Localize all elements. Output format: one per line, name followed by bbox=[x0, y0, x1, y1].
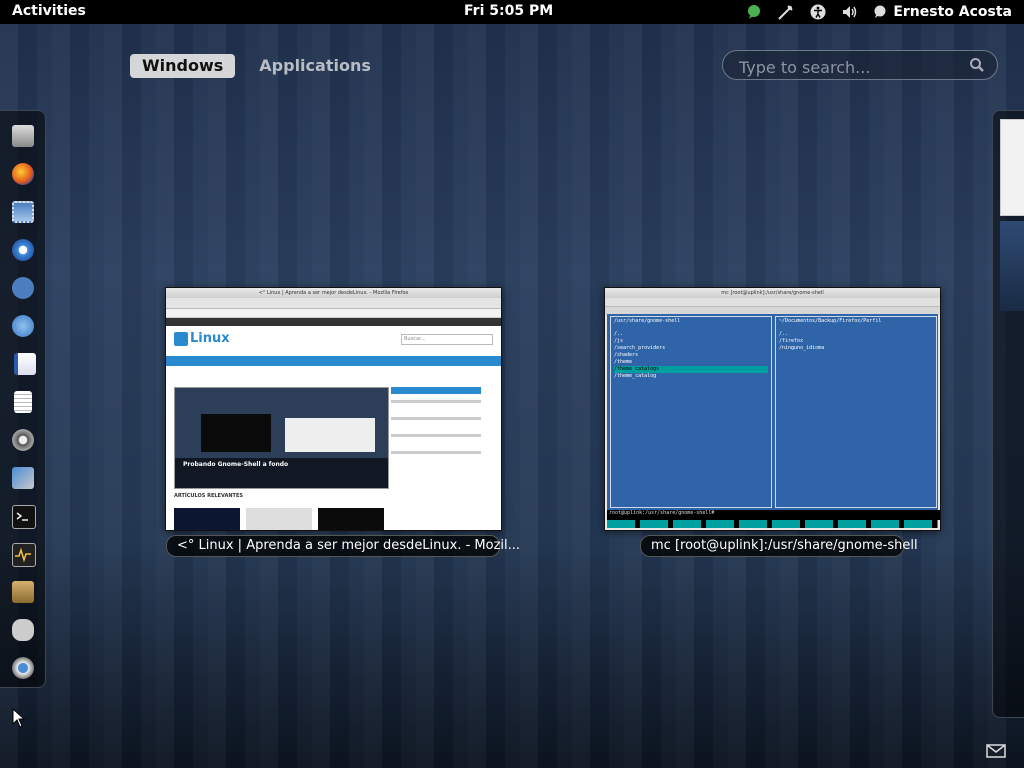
site-logo: Linux bbox=[190, 331, 230, 346]
mc-selected-row: /theme_catalogs bbox=[614, 366, 768, 373]
chromium-icon[interactable] bbox=[12, 239, 34, 261]
related-articles-title: ARTÍCULOS RELEVANTES bbox=[174, 493, 243, 499]
document-icon[interactable] bbox=[14, 353, 36, 375]
mc-right-entries: /.. /firefox /ninguno_idioma bbox=[779, 331, 825, 351]
settings-gear-icon[interactable] bbox=[12, 429, 34, 451]
window-titlebar: <° Linux | Aprenda a ser mejor desdeLinu… bbox=[166, 288, 501, 298]
window-thumbnail-terminal[interactable]: mc [root@uplink]:/usr/share/gnome-shell … bbox=[604, 287, 941, 531]
related-thumb-2 bbox=[246, 508, 312, 530]
search-input[interactable] bbox=[737, 56, 961, 78]
mc-function-keys bbox=[607, 520, 938, 528]
terminal-menubar bbox=[605, 298, 940, 307]
chat-bubble-icon bbox=[874, 5, 886, 18]
messenger-icon[interactable] bbox=[12, 315, 34, 337]
search-box bbox=[722, 50, 998, 80]
pidgin-icon[interactable] bbox=[12, 657, 34, 679]
network-icon[interactable] bbox=[777, 3, 795, 21]
terminal-icon[interactable] bbox=[12, 505, 36, 529]
chat-status-icon[interactable] bbox=[745, 3, 763, 21]
site-sidebar bbox=[391, 387, 496, 527]
system-monitor-icon[interactable] bbox=[12, 543, 36, 567]
site-logo-icon bbox=[174, 332, 188, 346]
user-name: Ernesto Acosta bbox=[893, 4, 1012, 20]
accessibility-icon[interactable] bbox=[809, 3, 827, 21]
mc-left-path: /usr/share/gnome-shell bbox=[614, 318, 681, 324]
clock[interactable]: Fri 5:05 PM bbox=[464, 3, 553, 19]
workspace-preview-window[interactable] bbox=[1000, 119, 1024, 216]
article-title: Probando Gnome-Shell a fondo bbox=[183, 461, 289, 468]
gnome-foot-icon[interactable] bbox=[12, 619, 34, 641]
featured-article-image: Probando Gnome-Shell a fondo bbox=[174, 387, 389, 489]
window-titlebar: mc [root@uplink]:/usr/share/gnome-shell bbox=[605, 288, 940, 298]
url-bar bbox=[166, 309, 501, 318]
mc-left-entries: /.. /js /search_providers /shaders /them… bbox=[611, 325, 771, 380]
mc-panels: /usr/share/gnome-shell /.. /js /search_p… bbox=[607, 314, 938, 510]
view-selector: Windows Applications bbox=[130, 54, 383, 78]
workspace-switcher[interactable] bbox=[992, 110, 1024, 718]
browser-screenshot bbox=[285, 418, 375, 452]
mouse-pointer-icon bbox=[12, 708, 26, 728]
user-menu[interactable]: Ernesto Acosta bbox=[873, 4, 1012, 20]
site-header: Linux Buscar... bbox=[166, 326, 501, 356]
tools-icon[interactable] bbox=[12, 467, 34, 489]
site-menu-bar bbox=[166, 318, 501, 326]
site-nav bbox=[166, 356, 501, 366]
window-thumbnail-firefox[interactable]: <° Linux | Aprenda a ser mejor desdeLinu… bbox=[165, 287, 502, 531]
article-caption: Probando Gnome-Shell a fondo bbox=[175, 458, 388, 488]
related-thumb-3 bbox=[318, 508, 384, 530]
package-manager-icon[interactable] bbox=[12, 581, 34, 603]
window-caption-terminal[interactable]: mc [root@uplink]:/usr/share/gnome-shell bbox=[640, 535, 918, 557]
terminal-screenshot bbox=[201, 414, 271, 452]
tab-bar bbox=[166, 298, 501, 309]
activities-button[interactable]: Activities bbox=[12, 3, 86, 19]
related-thumb-1 bbox=[174, 508, 240, 530]
mc-right-panel: ~/Documentos/Backup/Firefox/Perfil /.. /… bbox=[775, 316, 937, 508]
search-icon bbox=[970, 58, 984, 72]
mc-left-panel: /usr/share/gnome-shell /.. /js /search_p… bbox=[610, 316, 772, 508]
tab-applications[interactable]: Applications bbox=[247, 54, 383, 78]
message-tray-mail-icon[interactable] bbox=[986, 744, 1006, 758]
tab-windows[interactable]: Windows bbox=[130, 54, 236, 78]
workspace-preview-empty[interactable] bbox=[1000, 221, 1024, 311]
mc-right-path: ~/Documentos/Backup/Firefox/Perfil bbox=[779, 318, 882, 324]
window-caption-firefox[interactable]: <° Linux | Aprenda a ser mejor desdeLinu… bbox=[166, 535, 520, 557]
mc-command-line: root@uplink:/usr/share/gnome-shell# bbox=[607, 510, 940, 520]
file-cabinet-icon[interactable] bbox=[12, 125, 34, 147]
site-search: Buscar... bbox=[401, 334, 493, 345]
firefox-icon[interactable] bbox=[12, 163, 34, 185]
text-editor-icon[interactable] bbox=[14, 391, 32, 413]
chat-icon[interactable] bbox=[12, 277, 34, 299]
volume-icon[interactable] bbox=[841, 3, 859, 21]
dash bbox=[0, 110, 46, 688]
top-panel: Activities Fri 5:05 PM Ernesto Acosta bbox=[0, 0, 1024, 24]
status-area: Ernesto Acosta bbox=[745, 2, 1012, 22]
mail-client-icon[interactable] bbox=[12, 201, 34, 223]
